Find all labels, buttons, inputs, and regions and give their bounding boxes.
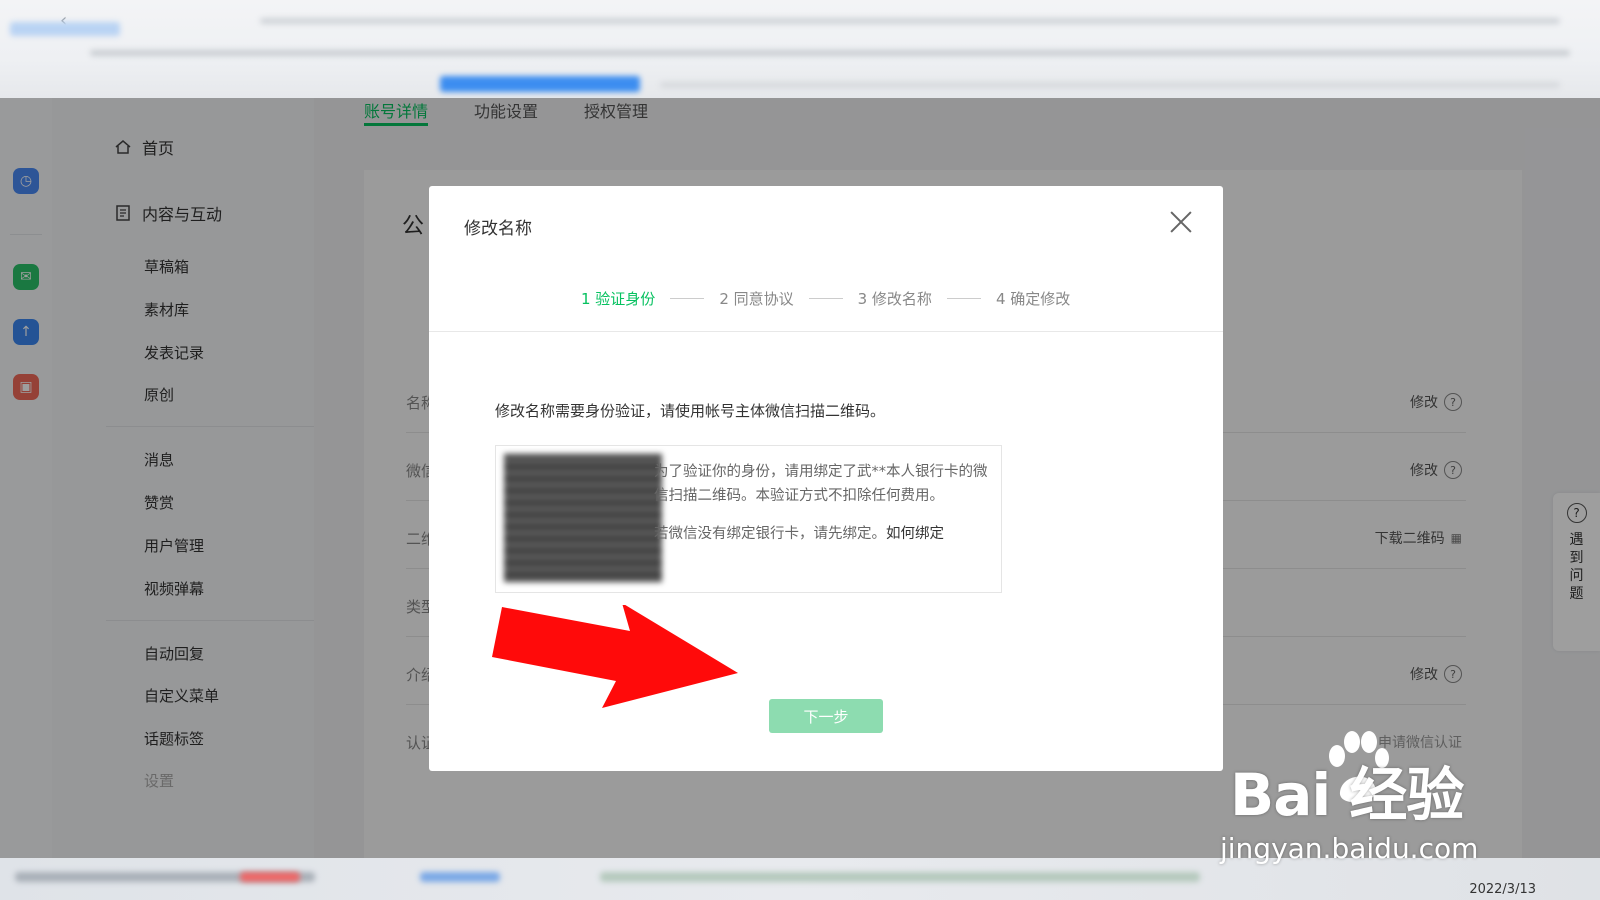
qr-verification-box: 为了验证你的身份，请用绑定了武**本人银行卡的微信扫描二维码。本验证方式不扣除任…	[495, 445, 1002, 593]
close-icon[interactable]	[1167, 208, 1195, 236]
watermark-url: jingyan.baidu.com	[1220, 832, 1479, 865]
baidu-watermark: Bai 经验 jingyan.baidu.com	[1220, 730, 1560, 865]
bind-bank-hint: 若微信没有绑定银行卡，请先绑定。如何绑定	[654, 522, 944, 543]
watermark-main-text: Bai 经验	[1230, 761, 1464, 829]
bind-bank-text: 若微信没有绑定银行卡，请先绑定。	[654, 526, 886, 542]
how-to-bind-link[interactable]: 如何绑定	[886, 526, 944, 542]
step-agree-terms: 2 同意协议	[719, 290, 794, 308]
modal-title: 修改名称	[464, 219, 532, 239]
bookmarks-blur	[90, 50, 1570, 56]
taskbar-blur	[600, 872, 1200, 882]
address-bar-blur	[260, 18, 1560, 24]
qr-description: 为了验证你的身份，请用绑定了武**本人银行卡的微信扫描二维码。本验证方式不扣除任…	[654, 464, 988, 504]
red-arrow-annotation	[492, 605, 738, 708]
step-connector	[808, 298, 843, 299]
active-bookmark-blur	[440, 76, 640, 92]
taskbar-blur	[420, 872, 500, 882]
step-modify-name: 3 修改名称	[857, 290, 932, 308]
qr-code-image	[504, 454, 662, 582]
bookmarks-blur-2	[660, 82, 1560, 88]
modal-divider	[429, 331, 1223, 332]
step-confirm: 4 确定修改	[995, 290, 1071, 308]
taskbar-date: 2022/3/13	[1469, 882, 1536, 897]
step-connector	[670, 298, 705, 299]
browser-tab-blur	[10, 22, 120, 36]
browser-chrome: ‹	[0, 0, 1600, 98]
verification-instruction: 修改名称需要身份验证，请使用帐号主体微信扫描二维码。	[495, 402, 886, 420]
taskbar-blur	[240, 872, 300, 882]
next-step-button[interactable]: 下一步	[769, 699, 883, 733]
step-verify-identity: 1 验证身份	[581, 290, 656, 308]
step-connector	[946, 298, 981, 299]
step-indicator: 1 验证身份 2 同意协议 3 修改名称 4 确定修改	[581, 288, 1070, 309]
